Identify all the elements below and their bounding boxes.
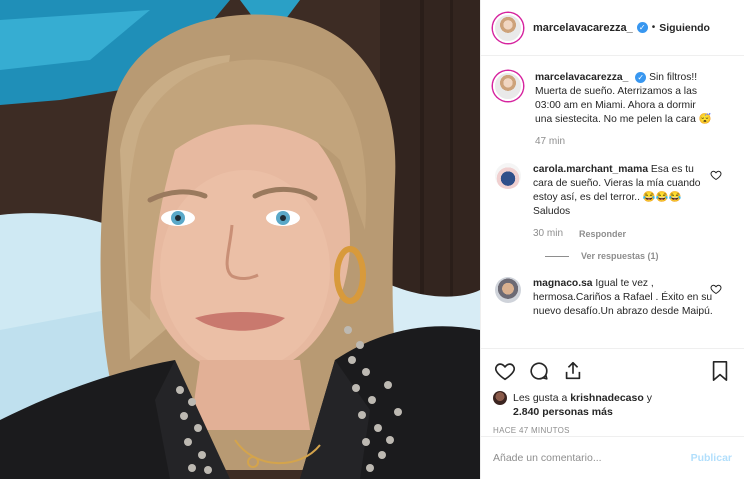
view-replies-button[interactable]: Ver respuestas (1) [545, 251, 732, 261]
comment-avatar[interactable] [495, 163, 521, 189]
author-username[interactable]: marcelavacarezza_ [533, 22, 633, 34]
add-comment-form: Publicar [481, 436, 744, 479]
post-image[interactable] [0, 0, 480, 479]
comment-button[interactable] [527, 359, 551, 383]
caption-time[interactable]: 47 min [535, 135, 565, 149]
comment-input[interactable] [493, 452, 691, 464]
author-avatar[interactable] [493, 12, 523, 43]
follow-button[interactable]: Siguiendo [659, 22, 710, 34]
share-button[interactable] [561, 359, 585, 383]
header-separator: • [651, 22, 656, 33]
caption-avatar[interactable] [493, 71, 523, 101]
caption-username[interactable]: marcelavacarezza_ [535, 72, 628, 83]
comment-item: magnaco.sa Igual te vez , hermosa.Cariño… [493, 277, 732, 319]
post-side-panel: marcelavacarezza_ ✓ • Siguiendo marcelav… [480, 0, 744, 479]
heart-icon [495, 363, 515, 381]
action-bar [493, 357, 732, 385]
replies-line-divider [545, 255, 569, 257]
comment-username[interactable]: magnaco.sa [533, 278, 593, 289]
publish-button[interactable]: Publicar [691, 452, 732, 464]
likes-summary[interactable]: Les gusta a krishnadecaso y 2.840 person… [493, 391, 732, 419]
liker-username[interactable]: krishnadecaso [570, 392, 644, 404]
comment-time[interactable]: 30 min [533, 227, 563, 241]
comment-like-heart-icon[interactable] [710, 169, 722, 181]
comment-item: carola.marchant_mama Esa es tu cara de s… [493, 163, 732, 241]
like-button[interactable] [493, 359, 517, 383]
liker-avatar [493, 391, 507, 405]
likes-prefix: Les gusta a [513, 392, 568, 404]
verified-badge-icon: ✓ [635, 72, 647, 83]
likes-connector: y [646, 392, 652, 404]
verified-badge-icon: ✓ [636, 22, 648, 33]
comment-username[interactable]: carola.marchant_mama [533, 164, 648, 175]
comments-list[interactable]: marcelavacarezza_ ✓ Sin filtros!! Muerta… [481, 57, 744, 347]
share-icon [565, 361, 581, 380]
save-button[interactable] [708, 359, 732, 383]
comment-icon [530, 362, 548, 380]
caption-row: marcelavacarezza_ ✓ Sin filtros!! Muerta… [493, 71, 732, 149]
likes-count[interactable]: 2.840 personas más [513, 406, 613, 418]
bookmark-icon [712, 361, 728, 381]
reply-button[interactable]: Responder [579, 227, 626, 241]
comment-avatar[interactable] [495, 277, 521, 303]
view-replies-label: Ver respuestas (1) [581, 251, 659, 261]
post-actions-section: Les gusta a krishnadecaso y 2.840 person… [481, 348, 744, 435]
post-timestamp[interactable]: HACE 47 MINUTOS [493, 426, 732, 435]
post-photo-illustration [0, 0, 480, 479]
comment-like-heart-icon[interactable] [710, 283, 722, 295]
post-header: marcelavacarezza_ ✓ • Siguiendo [481, 0, 744, 56]
